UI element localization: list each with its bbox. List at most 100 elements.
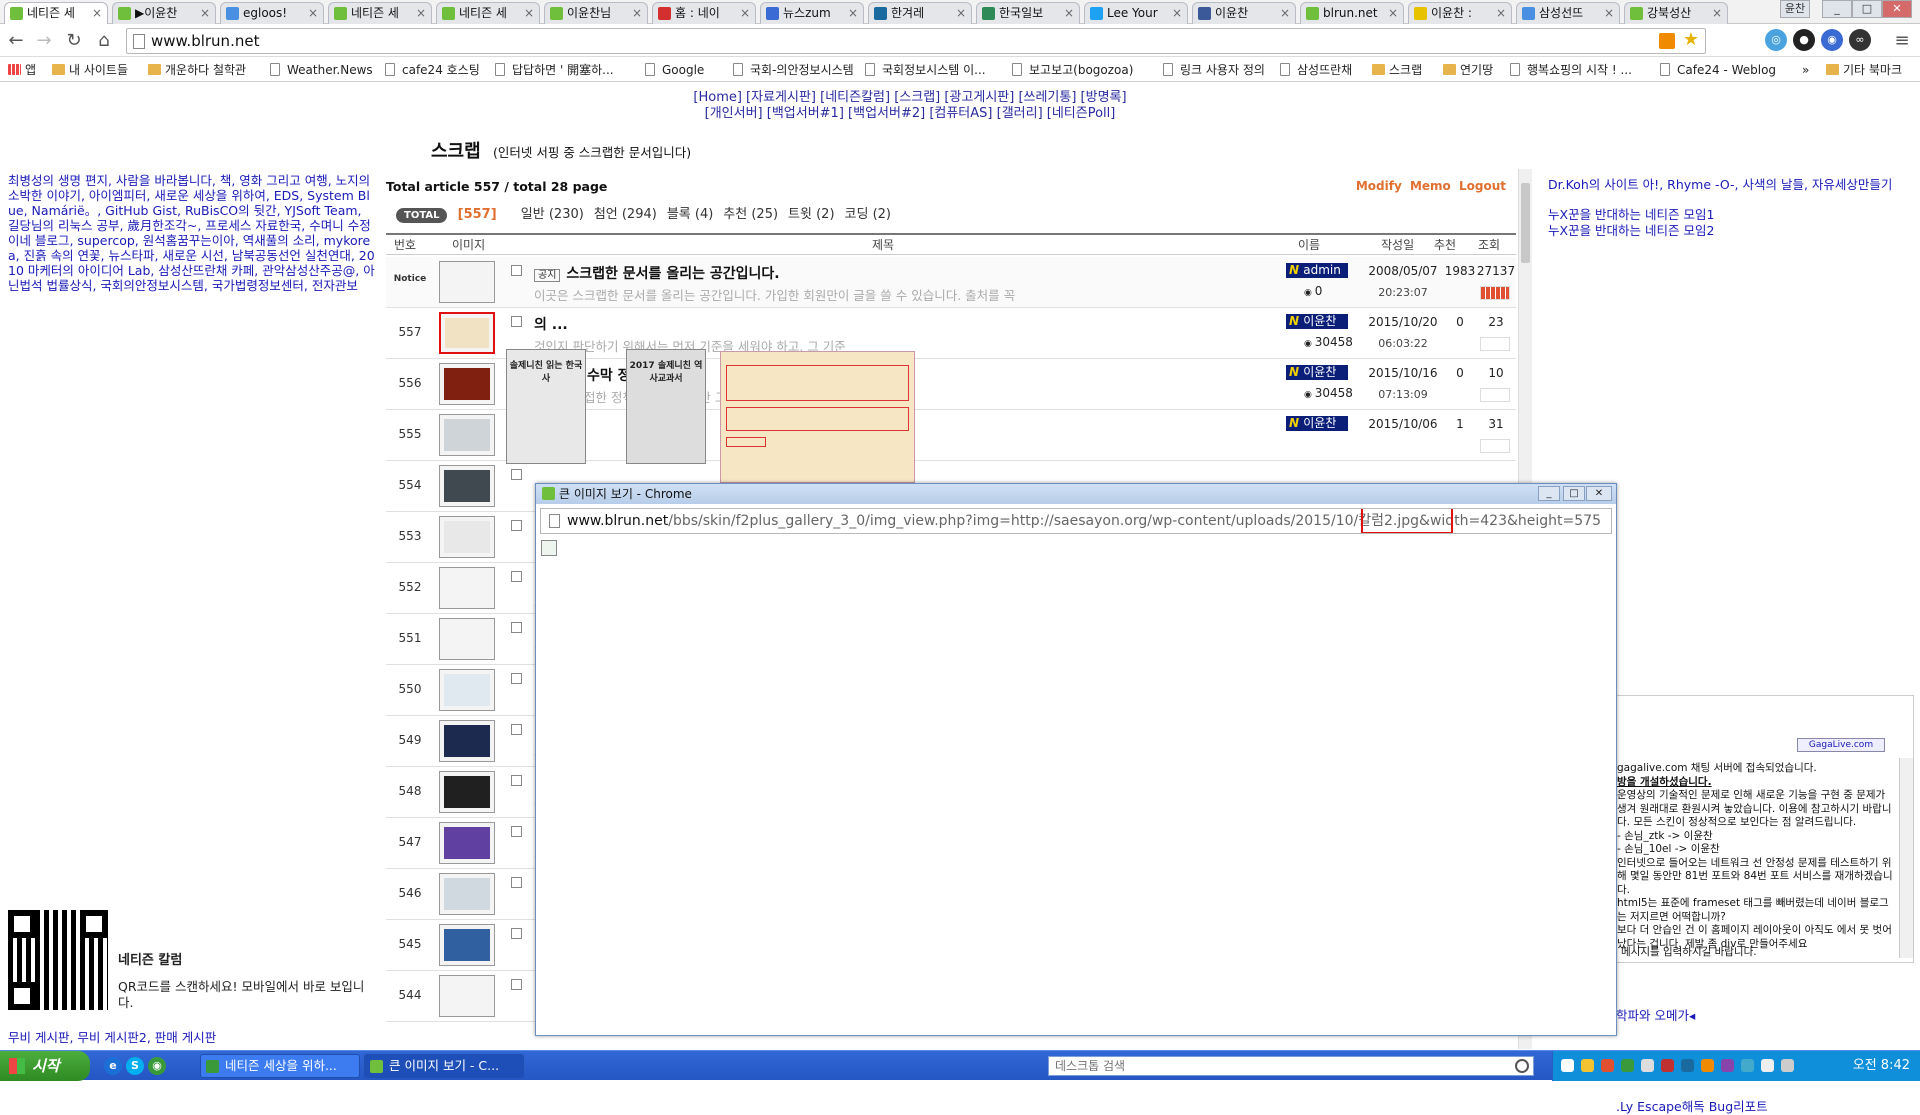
right-group-1[interactable]: 누X꾼을 반대하는 네티즌 모임1 [1548,207,1918,223]
right-bottom-link-2[interactable]: .Ly Escape해독 Bug리포트 [1616,1096,1768,1115]
tray-icon-6[interactable] [1681,1059,1694,1072]
category-1[interactable]: 첨언 (294) [594,207,657,222]
popup-titlebar[interactable]: 큰 이미지 보기 - Chrome _ □ ✕ [536,484,1616,504]
incognito-icon[interactable]: ∞ [1849,29,1871,51]
row-thumbnail[interactable] [439,924,495,966]
maximize-button[interactable]: □ [1852,0,1882,18]
footer-links[interactable]: 무비 게시판, 무비 게시판2, 판매 게시판 [8,1027,216,1046]
reload-button[interactable]: ↻ [62,29,86,53]
start-button[interactable]: 시작 [0,1051,90,1081]
category-0[interactable]: 일반 (230) [521,207,584,222]
row-thumbnail[interactable] [439,465,495,507]
row-checkbox[interactable] [511,622,522,633]
bookmark-9[interactable]: 보고보고(bogozoa) [1012,62,1133,78]
row-author[interactable]: N 이윤찬 [1286,365,1348,380]
row-thumbnail[interactable] [439,618,495,660]
tab-close-icon[interactable]: × [1388,3,1398,23]
row-checkbox[interactable] [511,877,522,888]
row-thumbnail[interactable] [439,975,495,1017]
close-window-button[interactable]: ✕ [1882,0,1912,18]
tab-close-icon[interactable]: × [1604,3,1614,23]
board-scrollbar-thumb[interactable] [1521,183,1530,263]
tab-13[interactable]: 이윤찬 : × [1408,2,1512,24]
search-icon[interactable] [1515,1059,1529,1073]
quicklaunch-skype-icon[interactable]: S [126,1057,144,1075]
row-checkbox[interactable] [511,979,522,990]
row-title[interactable]: 공지 스크랩한 문서를 올리는 공간입니다. [534,263,1094,283]
tray-icon-3[interactable] [1621,1059,1634,1072]
row-checkbox[interactable] [511,775,522,786]
extension-icon[interactable]: ◎ [1765,29,1787,51]
category-5[interactable]: 코딩 (2) [845,207,891,222]
tab-3[interactable]: 네티즌 세 × [328,2,432,24]
tab-12[interactable]: blrun.net × [1300,2,1404,24]
tray-icon-8[interactable] [1721,1059,1734,1072]
tray-icon-4[interactable] [1641,1059,1654,1072]
forward-button[interactable]: → [32,29,56,53]
address-input[interactable] [151,31,1551,51]
tray-volume-icon[interactable] [1781,1059,1794,1072]
left-links[interactable]: 최병성의 생명 편지, 사람을 바라봅니다, 책, 영화 그리고 여행, 노지의… [8,173,376,293]
row-checkbox[interactable] [511,673,522,684]
tab-4[interactable]: 네티즌 세 × [436,2,540,24]
tab-2[interactable]: egloos! × [220,2,324,24]
row-thumbnail[interactable] [439,363,495,405]
tab-close-icon[interactable]: × [1712,3,1722,23]
clock[interactable]: 오전 8:42 [1853,1051,1910,1081]
bookmark-5[interactable]: 답답하면 ' 開塞하... [495,62,614,78]
row-thumbnail[interactable] [439,414,495,456]
tab-close-icon[interactable]: × [956,3,966,23]
taskbar-task-1[interactable]: 네티즌 세상을 위하... [200,1054,360,1078]
image-popup-window[interactable]: 큰 이미지 보기 - Chrome _ □ ✕ www.blrun.net/bb… [535,483,1617,1036]
bookmark-17[interactable]: 기타 북마크 [1826,62,1902,78]
tab-close-icon[interactable]: × [524,3,534,23]
tab-close-icon[interactable]: × [1280,3,1290,23]
chat-scrollbar[interactable] [1899,758,1913,958]
tab-11[interactable]: 이윤찬 × [1192,2,1296,24]
tray-icon-2[interactable] [1601,1059,1614,1072]
tab-close-icon[interactable]: × [1496,3,1506,23]
memo-link[interactable]: Memo [1410,179,1451,193]
quicklaunch-ie-icon[interactable]: e [104,1057,122,1075]
logout-link[interactable]: Logout [1459,179,1506,193]
bookmark-3[interactable]: Weather.News [270,62,373,78]
category-2[interactable]: 블록 (4) [667,207,713,222]
bookmark-14[interactable]: 행복쇼핑의 시작 ! ... [1510,62,1632,78]
tab-7[interactable]: 뉴스zum × [760,2,864,24]
bookmark-4[interactable]: cafe24 호스팅 [385,62,480,78]
tab-8[interactable]: 한겨레 × [868,2,972,24]
back-button[interactable]: ← [4,29,28,53]
right-group-2[interactable]: 누X꾼을 반대하는 네티즌 모임2 [1548,223,1918,239]
row-checkbox[interactable] [511,826,522,837]
address-bar[interactable]: ★ [126,28,1706,54]
site-nav-line1[interactable]: [Home] [자료게시판] [네티즌칼럼] [스크랩] [광고게시판] [쓰레… [560,90,1260,106]
chat-widget[interactable]: GagaLive.com gagalive.com 채팅 서버에 접속되었습니다… [1612,695,1914,963]
row-checkbox[interactable] [511,265,522,276]
desktop-search[interactable] [1048,1056,1534,1076]
tab-close-icon[interactable]: × [848,3,858,23]
popup-maximize-button[interactable]: □ [1563,486,1585,501]
bookmark-star-icon[interactable]: ★ [1683,29,1699,50]
bookmark-13[interactable]: 연기땅 [1443,62,1493,78]
row-thumbnail[interactable] [439,720,495,762]
tab-close-icon[interactable]: × [200,3,210,23]
row-thumbnail[interactable] [439,771,495,813]
gagalive-badge[interactable]: GagaLive.com [1797,738,1885,752]
row-checkbox[interactable] [511,316,522,327]
bookmark-11[interactable]: 삼성뜨란채 [1280,62,1352,78]
row-author[interactable]: N admin [1286,263,1348,278]
row-thumbnail[interactable] [439,261,495,303]
row-checkbox[interactable] [511,724,522,735]
minimize-button[interactable]: _ [1822,0,1852,18]
tab-14[interactable]: 삼성선뜨 × [1516,2,1620,24]
row-thumbnail[interactable] [439,312,495,354]
tab-1[interactable]: ▶이윤찬 × [112,2,216,24]
taskbar-task-2[interactable]: 큰 이미지 보기 - C... [364,1054,524,1078]
row-title[interactable]: 의 ... [534,314,1094,334]
tab-close-icon[interactable]: × [1064,3,1074,23]
row-author[interactable]: N 이윤찬 [1286,314,1348,329]
tray-icon-1[interactable] [1581,1059,1594,1072]
bookmark-10[interactable]: 링크 사용자 정의 [1163,62,1265,78]
tray-network-icon[interactable] [1761,1059,1774,1072]
popup-minimize-button[interactable]: _ [1538,486,1560,501]
